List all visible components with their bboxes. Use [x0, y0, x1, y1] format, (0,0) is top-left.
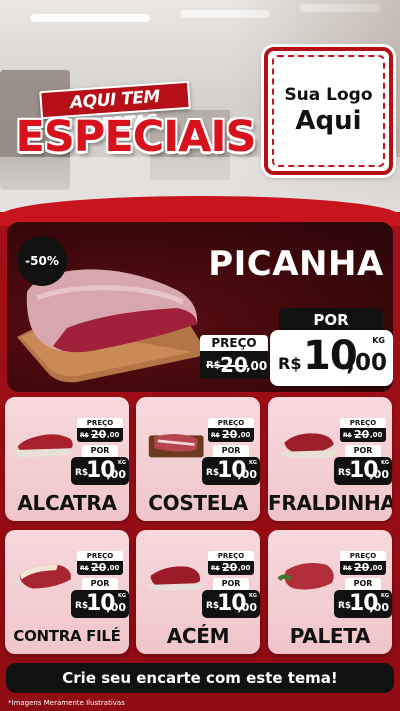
- price-unit: KG: [372, 336, 385, 345]
- old-currency: R$: [343, 565, 352, 572]
- preco-label: PREÇO: [208, 551, 254, 561]
- por-label: POR: [345, 578, 381, 590]
- price-currency: R$: [278, 354, 302, 373]
- preco-label: PREÇO: [77, 551, 123, 561]
- old-currency: R$: [211, 432, 220, 439]
- price-dec: ,00: [369, 601, 390, 614]
- por-label: POR: [82, 445, 118, 457]
- old-price: R$ 20,00: [77, 428, 123, 442]
- product-name: COSTELA: [148, 491, 248, 515]
- price: R$ 10 KG ,00: [71, 457, 129, 485]
- product-name: PALETA: [289, 624, 371, 648]
- price: R$ 10 KG ,00: [334, 457, 392, 485]
- price-unit: KG: [381, 593, 389, 599]
- old-price-dec: ,00: [370, 564, 383, 572]
- featured-old-price: R$ 20 ,00: [200, 351, 268, 379]
- price-unit: KG: [249, 593, 257, 599]
- old-price-int: 20: [222, 428, 238, 441]
- price-dec: ,00: [346, 350, 387, 376]
- cta-banner[interactable]: Crie seu encarte com este tema!: [6, 663, 394, 693]
- product-image: [14, 434, 73, 458]
- price-unit: KG: [249, 460, 257, 466]
- por-label: POR: [345, 445, 381, 457]
- old-price-dec: ,00: [370, 431, 383, 439]
- featured-product-name: PICANHA: [208, 244, 384, 284]
- por-label: POR: [82, 578, 118, 590]
- old-currency: R$: [80, 565, 89, 572]
- product-card: PREÇO R$ 20,00 POR R$ 10 KG ,00 COSTELA: [136, 397, 260, 521]
- old-price-dec: ,00: [238, 431, 251, 439]
- logo-line1: Sua Logo: [284, 85, 373, 105]
- product-card: PREÇO R$ 20,00 POR R$ 10 KG ,00 FRALDINHA: [268, 397, 392, 521]
- product-card: PREÇO R$ 20,00 POR R$ 10 KG ,00 PALETA: [268, 530, 392, 654]
- por-label: POR: [213, 578, 249, 590]
- price-dec: ,00: [369, 468, 390, 481]
- preco-label: PREÇO: [77, 418, 123, 428]
- old-price: R$ 20,00: [208, 428, 254, 442]
- product-image: [19, 564, 71, 589]
- product-card: PREÇO R$ 20,00 POR R$ 10 KG ,00 ACÉM: [136, 530, 260, 654]
- old-price-int: 20: [354, 428, 370, 441]
- old-price-dec: ,00: [246, 359, 268, 373]
- old-price: R$ 20,00: [77, 561, 123, 575]
- old-price-dec: ,00: [238, 564, 251, 572]
- price-unit: KG: [118, 593, 126, 599]
- old-price-dec: ,00: [107, 564, 120, 572]
- disclaimer-note: *Imagens Meramente Ilustrativas: [8, 699, 125, 707]
- price-dec: ,00: [106, 601, 127, 614]
- product-name: ACÉM: [166, 624, 230, 648]
- product-name: FRALDINHA: [268, 491, 392, 515]
- product-image: [277, 562, 334, 590]
- price-dec: ,00: [106, 468, 127, 481]
- price-dec: ,00: [237, 468, 258, 481]
- price: R$ 10 KG ,00: [71, 590, 129, 618]
- old-currency: R$: [80, 432, 89, 439]
- price: R$ 10 KG ,00: [334, 590, 392, 618]
- featured-price: R$ 10 KG ,00: [270, 330, 393, 386]
- product-image: [148, 566, 204, 591]
- preco-label: PREÇO: [208, 418, 254, 428]
- price-unit: KG: [118, 460, 126, 466]
- old-price: R$ 20,00: [340, 428, 386, 442]
- featured-product: -50% PICANHA PREÇO R$ 20 ,00 POR R$ 10 K…: [7, 222, 393, 392]
- discount-badge: -50%: [17, 236, 67, 286]
- price-unit: KG: [381, 460, 389, 466]
- featured-por-label: POR: [279, 308, 383, 332]
- product-name: ALCATRA: [17, 491, 117, 515]
- price: R$ 10 KG ,00: [202, 590, 260, 618]
- old-currency: R$: [343, 432, 352, 439]
- logo-placeholder: Sua Logo Aqui: [264, 47, 393, 175]
- flyer-page: AQUI TEM OFERTAS ESPECIAIS Sua Logo Aqui…: [0, 0, 400, 711]
- old-currency: R$: [211, 565, 220, 572]
- old-price-dec: ,00: [107, 431, 120, 439]
- product-card: PREÇO R$ 20,00 POR R$ 10 KG ,00 ALCATRA: [5, 397, 129, 521]
- featured-preco-label: PREÇO: [200, 335, 268, 351]
- old-currency: R$: [206, 360, 221, 371]
- old-price-int: 20: [354, 561, 370, 574]
- old-price: R$ 20,00: [208, 561, 254, 575]
- preco-label: PREÇO: [340, 418, 386, 428]
- product-image: [148, 434, 204, 458]
- old-price-int: 20: [220, 353, 248, 377]
- old-price-int: 20: [222, 561, 238, 574]
- product-card: PREÇO R$ 20,00 POR R$ 10 KG ,00 CONTRA FILÉ: [5, 530, 129, 654]
- por-label: POR: [213, 445, 249, 457]
- old-price-int: 20: [91, 428, 107, 441]
- title-main: ESPECIAIS: [15, 112, 256, 162]
- price: R$ 10 KG ,00: [202, 457, 260, 485]
- product-image: [280, 433, 338, 458]
- old-price: R$ 20,00: [340, 561, 386, 575]
- price-dec: ,00: [237, 601, 258, 614]
- old-price-int: 20: [91, 561, 107, 574]
- product-name: CONTRA FILÉ: [13, 627, 121, 645]
- preco-label: PREÇO: [340, 551, 386, 561]
- logo-line2: Aqui: [295, 106, 362, 136]
